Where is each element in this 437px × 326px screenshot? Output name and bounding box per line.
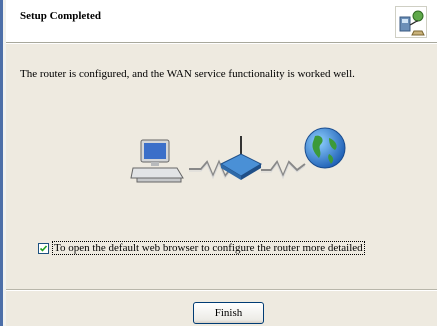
globe-icon <box>304 127 346 169</box>
open-browser-checkbox[interactable] <box>38 242 49 254</box>
network-illustration <box>129 124 349 194</box>
page-title: Setup Completed <box>20 10 101 22</box>
open-browser-checkbox-label[interactable]: To open the default web browser to confi… <box>52 241 365 255</box>
setup-wizard-icon <box>395 6 427 38</box>
status-message: The router is configured, and the WAN se… <box>20 68 355 80</box>
footer: Finish <box>6 291 437 326</box>
router-icon <box>219 136 263 180</box>
header: Setup Completed <box>6 0 437 43</box>
computer-icon <box>130 139 184 183</box>
finish-button[interactable]: Finish <box>193 302 264 324</box>
open-browser-option[interactable]: To open the default web browser to confi… <box>38 241 365 255</box>
content-panel: The router is configured, and the WAN se… <box>6 44 437 290</box>
